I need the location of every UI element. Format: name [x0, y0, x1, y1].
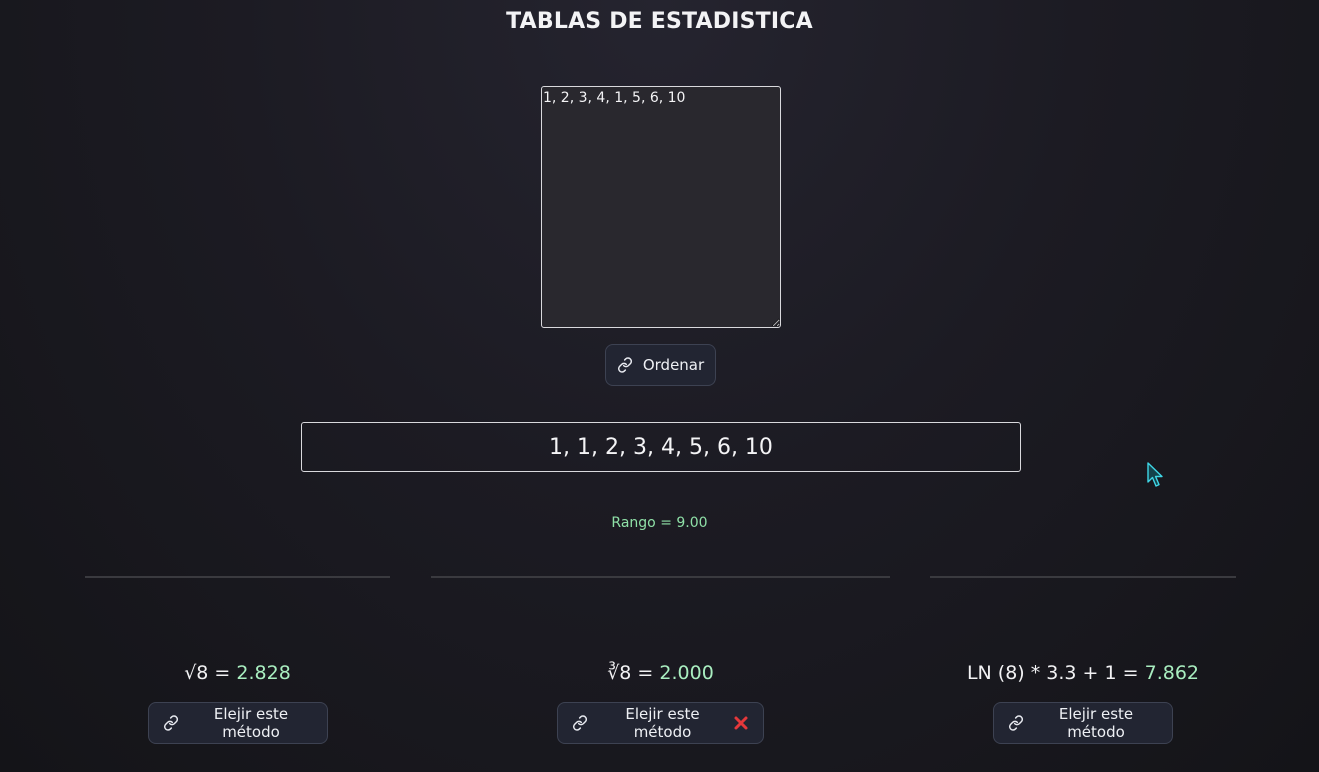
range-result: Rango = 9.00	[611, 515, 708, 531]
divider-left	[85, 576, 390, 578]
link-icon	[163, 715, 179, 731]
formula-label: ∛8 =	[607, 662, 660, 684]
choose-method-label: Elejir este método	[625, 705, 700, 741]
link-icon	[572, 715, 588, 731]
sort-button[interactable]: Ordenar	[605, 344, 716, 386]
choose-method-ln-button[interactable]: Elejir este método	[993, 702, 1173, 744]
link-icon	[1008, 715, 1024, 731]
data-input[interactable]	[541, 86, 781, 328]
formula-value: 7.862	[1144, 662, 1200, 684]
formula-value: 2.828	[236, 662, 291, 684]
sorted-output: 1, 1, 2, 3, 4, 5, 6, 10	[301, 422, 1021, 472]
divider-right	[930, 576, 1236, 578]
method-cbrt-formula: ∛8 = 2.000	[431, 662, 890, 684]
formula-value: 2.000	[659, 662, 714, 684]
sort-button-label: Ordenar	[642, 356, 705, 374]
formula-label: √8 =	[184, 662, 237, 684]
choose-method-sqrt-button[interactable]: Elejir este método	[148, 702, 328, 744]
choose-method-label: Elejir este método	[213, 705, 289, 741]
cross-mark-icon	[733, 715, 749, 731]
page-title: TABLAS DE ESTADISTICA	[506, 9, 813, 34]
mouse-pointer-icon	[1146, 462, 1164, 488]
choose-method-cbrt-button[interactable]: Elejir este método	[557, 702, 764, 744]
divider-center	[431, 576, 890, 578]
formula-label: LN (8) * 3.3 + 1 =	[966, 662, 1145, 684]
link-icon	[617, 357, 633, 373]
method-sqrt-formula: √8 = 2.828	[85, 662, 390, 684]
method-ln-formula: LN (8) * 3.3 + 1 = 7.862	[930, 662, 1236, 684]
choose-method-label: Elejir este método	[1058, 705, 1134, 741]
